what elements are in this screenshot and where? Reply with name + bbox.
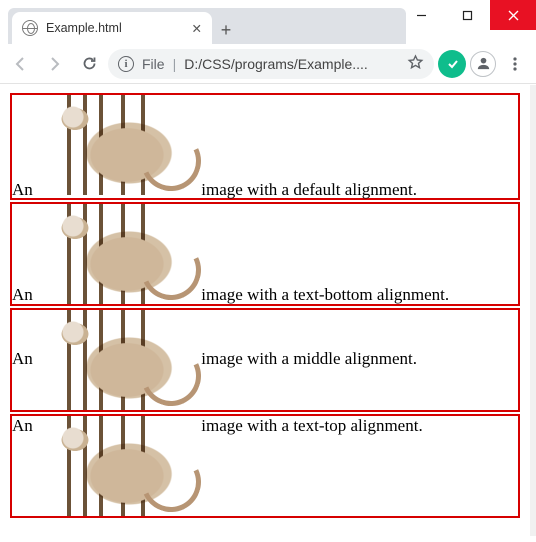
tiger-image (37, 204, 197, 304)
tiger-image (37, 416, 197, 516)
tiger-image (37, 95, 197, 195)
arrow-right-icon (46, 55, 64, 73)
page-viewport: An image with a default alignment. An im… (0, 85, 530, 536)
star-icon (407, 54, 424, 71)
row-text: image with a text-top alignment. (201, 416, 422, 435)
address-bar[interactable]: i File | D:/CSS/programs/Example.... (108, 49, 434, 79)
url-text: D:/CSS/programs/Example.... (184, 56, 368, 72)
tab-strip: Example.html ✕ + (8, 8, 406, 44)
row-text: image with a text-bottom alignment. (201, 285, 449, 304)
page-body: An image with a default alignment. An im… (0, 85, 530, 528)
example-row-text-bottom: An image with a text-bottom alignment. (10, 202, 520, 306)
url-separator: | (173, 56, 177, 72)
forward-button[interactable] (40, 49, 70, 79)
close-button[interactable] (490, 0, 536, 30)
menu-button[interactable] (500, 49, 530, 79)
close-icon (508, 10, 519, 21)
minimize-icon (416, 10, 427, 21)
row-prefix: An (12, 285, 33, 304)
tab-active[interactable]: Example.html ✕ (12, 12, 212, 44)
tab-close-icon[interactable]: ✕ (192, 21, 202, 36)
row-prefix: An (12, 416, 33, 435)
reload-icon (81, 55, 98, 72)
profile-button[interactable] (470, 51, 496, 77)
maximize-icon (462, 10, 473, 21)
back-button[interactable] (6, 49, 36, 79)
vertical-scrollbar[interactable] (530, 85, 536, 536)
example-row-default: An image with a default alignment. (10, 93, 520, 200)
example-row-middle: An image with a middle alignment. (10, 308, 520, 412)
kebab-icon (507, 56, 523, 72)
browser-window: Example.html ✕ + i File | D:/CSS/program… (0, 0, 536, 542)
extension-button[interactable] (438, 50, 466, 78)
new-tab-button[interactable]: + (212, 16, 240, 44)
window-controls (398, 0, 536, 30)
row-prefix: An (12, 180, 33, 199)
row-text: image with a default alignment. (201, 180, 417, 199)
extension-icon (446, 57, 459, 70)
maximize-button[interactable] (444, 0, 490, 30)
toolbar: i File | D:/CSS/programs/Example.... (0, 44, 536, 84)
row-text: image with a middle alignment. (201, 349, 417, 368)
tiger-image (37, 310, 197, 410)
person-icon (475, 55, 492, 72)
url-scheme-label: File (142, 56, 165, 72)
info-icon: i (118, 56, 134, 72)
arrow-left-icon (12, 55, 30, 73)
tab-title: Example.html (46, 21, 122, 35)
bookmark-button[interactable] (407, 54, 424, 74)
example-row-text-top: An image with a text-top alignment. (10, 414, 520, 518)
globe-icon (22, 20, 38, 36)
row-prefix: An (12, 349, 33, 368)
reload-button[interactable] (74, 49, 104, 79)
